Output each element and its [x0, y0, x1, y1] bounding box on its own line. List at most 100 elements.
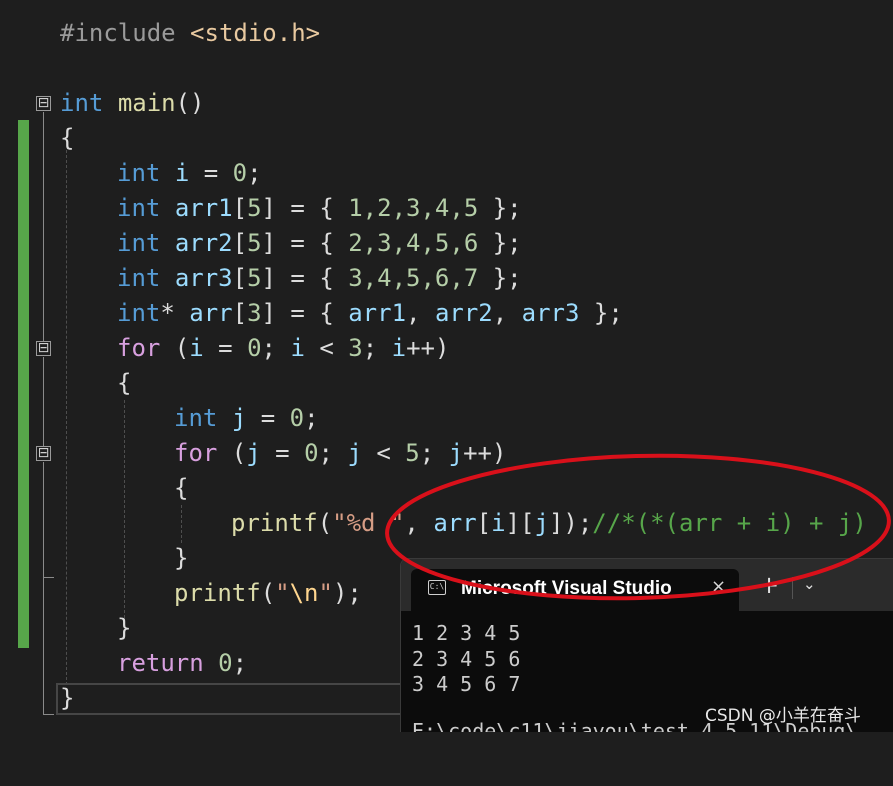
number-literal-list: 2,3,4,5,6 [348, 229, 479, 257]
punctuation: ++) [463, 439, 507, 467]
code-line-decl-j[interactable]: int j = 0; [0, 401, 319, 436]
code-line-decl-arr2[interactable]: int arr2[5] = { 2,3,4,5,6 }; [0, 226, 522, 261]
punctuation: , [406, 299, 435, 327]
punctuation: ++) [406, 334, 450, 362]
string-quote: " [275, 579, 290, 607]
console-tab-title: Microsoft Visual Studio [461, 578, 672, 599]
number-literal-list: 1,2,3,4,5 [348, 194, 479, 222]
number-literal: 3 [247, 299, 262, 327]
variable-i: i [391, 334, 407, 362]
number-literal: 0 [232, 159, 248, 187]
variable-arr2: arr2 [434, 299, 493, 327]
keyword-for: for [174, 439, 218, 467]
punctuation: ; [362, 334, 392, 362]
code-line-for-inner[interactable]: for (j = 0; j < 5; j++) [0, 436, 506, 471]
console-output-line: 3 4 5 6 7 [412, 672, 521, 696]
indent-guide [66, 150, 67, 685]
variable-j: j [246, 439, 261, 467]
punctuation: ] [261, 264, 276, 292]
keyword-int: int [117, 159, 161, 187]
code-line-printf-newline[interactable]: printf("\n"); [0, 576, 362, 611]
code-line-printf-element[interactable]: printf("%d ", arr[i][j]);//*(*(arr + i) … [0, 506, 867, 541]
variable-arr1: arr1 [174, 194, 233, 222]
code-line-brace-close[interactable]: } [0, 541, 188, 576]
punctuation: ]); [548, 509, 593, 537]
punctuation: [ [232, 194, 248, 222]
punctuation: }; [478, 194, 522, 222]
punctuation: < [304, 334, 349, 362]
console-output-line: 2 3 4 5 6 [412, 646, 521, 671]
code-line-decl-arr[interactable]: int* arr[3] = { arr1, arr2, arr3 }; [0, 296, 623, 331]
keyword-int: int [174, 404, 218, 432]
variable-j: j [448, 439, 464, 467]
variable-j: j [231, 404, 247, 432]
code-comment: //*(*(arr + i) + j) [592, 509, 867, 537]
number-literal: 0 [304, 439, 319, 467]
punctuation: ( [260, 579, 276, 607]
punctuation: = [189, 159, 233, 187]
punctuation: ; [304, 404, 319, 432]
punctuation: ; [247, 159, 262, 187]
chevron-down-icon[interactable]: ⌄ [803, 575, 816, 593]
code-line-brace-close[interactable]: } [0, 611, 131, 646]
punctuation: () [175, 89, 205, 117]
punctuation: [ [232, 264, 248, 292]
code-line-brace-close[interactable]: } [0, 681, 74, 716]
punctuation: }; [579, 299, 623, 327]
variable-arr2: arr2 [174, 229, 233, 257]
escape-sequence: \n [289, 579, 319, 607]
number-literal: 0 [289, 404, 305, 432]
number-literal-list: 3,4,5,6,7 [348, 264, 479, 292]
code-line-brace-open[interactable]: { [0, 121, 74, 156]
punctuation: ] [261, 229, 276, 257]
variable-j: j [534, 509, 549, 537]
code-line-return[interactable]: return 0; [0, 646, 247, 681]
variable-arr: arr [189, 299, 233, 327]
brace: { [60, 124, 75, 152]
console-tab[interactable]: C:\ Microsoft Visual Studio × [411, 569, 739, 611]
punctuation: }; [478, 264, 522, 292]
code-line-decl-arr3[interactable]: int arr3[5] = { 3,4,5,6,7 }; [0, 261, 522, 296]
number-literal: 0 [218, 649, 233, 677]
punctuation: ( [317, 509, 333, 537]
punctuation: = { [275, 264, 349, 292]
variable-arr3: arr3 [174, 264, 233, 292]
code-line-include[interactable]: #include <stdio.h> [0, 16, 320, 51]
punctuation: ] [261, 299, 276, 327]
new-tab-icon[interactable]: + [759, 573, 779, 597]
variable-i: i [290, 334, 305, 362]
punctuation [204, 649, 218, 677]
include-header: <stdio.h> [190, 19, 321, 47]
punctuation: ; [419, 439, 449, 467]
number-literal: 5 [247, 264, 262, 292]
string-literal: "%d " [332, 509, 405, 537]
punctuation: = { [275, 229, 349, 257]
number-literal: 5 [247, 194, 262, 222]
punctuation: = { [275, 299, 349, 327]
variable-arr1: arr1 [348, 299, 407, 327]
punctuation: }; [478, 229, 522, 257]
console-output-line: 1 2 3 4 5 [412, 621, 521, 645]
punctuation: [ [476, 509, 492, 537]
close-tab-icon[interactable]: × [711, 576, 726, 597]
code-line-brace-open[interactable]: { [0, 366, 131, 401]
punctuation: , [492, 299, 522, 327]
preprocessor-directive: #include [60, 19, 176, 47]
code-line-main[interactable]: int main() [0, 86, 205, 121]
variable-i: i [174, 159, 190, 187]
punctuation: = [246, 404, 290, 432]
brace: } [117, 614, 132, 642]
code-line-for-outer[interactable]: for (i = 0; i < 3; i++) [0, 331, 449, 366]
punctuation: = [203, 334, 248, 362]
code-line-decl-arr1[interactable]: int arr1[5] = { 1,2,3,4,5 }; [0, 191, 522, 226]
punctuation: < [361, 439, 406, 467]
code-line-decl-i[interactable]: int i = 0; [0, 156, 262, 191]
punctuation: ( [160, 334, 190, 362]
brace: { [117, 369, 132, 397]
code-line-brace-open[interactable]: { [0, 471, 188, 506]
string-quote: " [318, 579, 333, 607]
punctuation: = { [275, 194, 349, 222]
number-literal: 5 [247, 229, 262, 257]
variable-j: j [347, 439, 362, 467]
punctuation: ] [261, 194, 276, 222]
